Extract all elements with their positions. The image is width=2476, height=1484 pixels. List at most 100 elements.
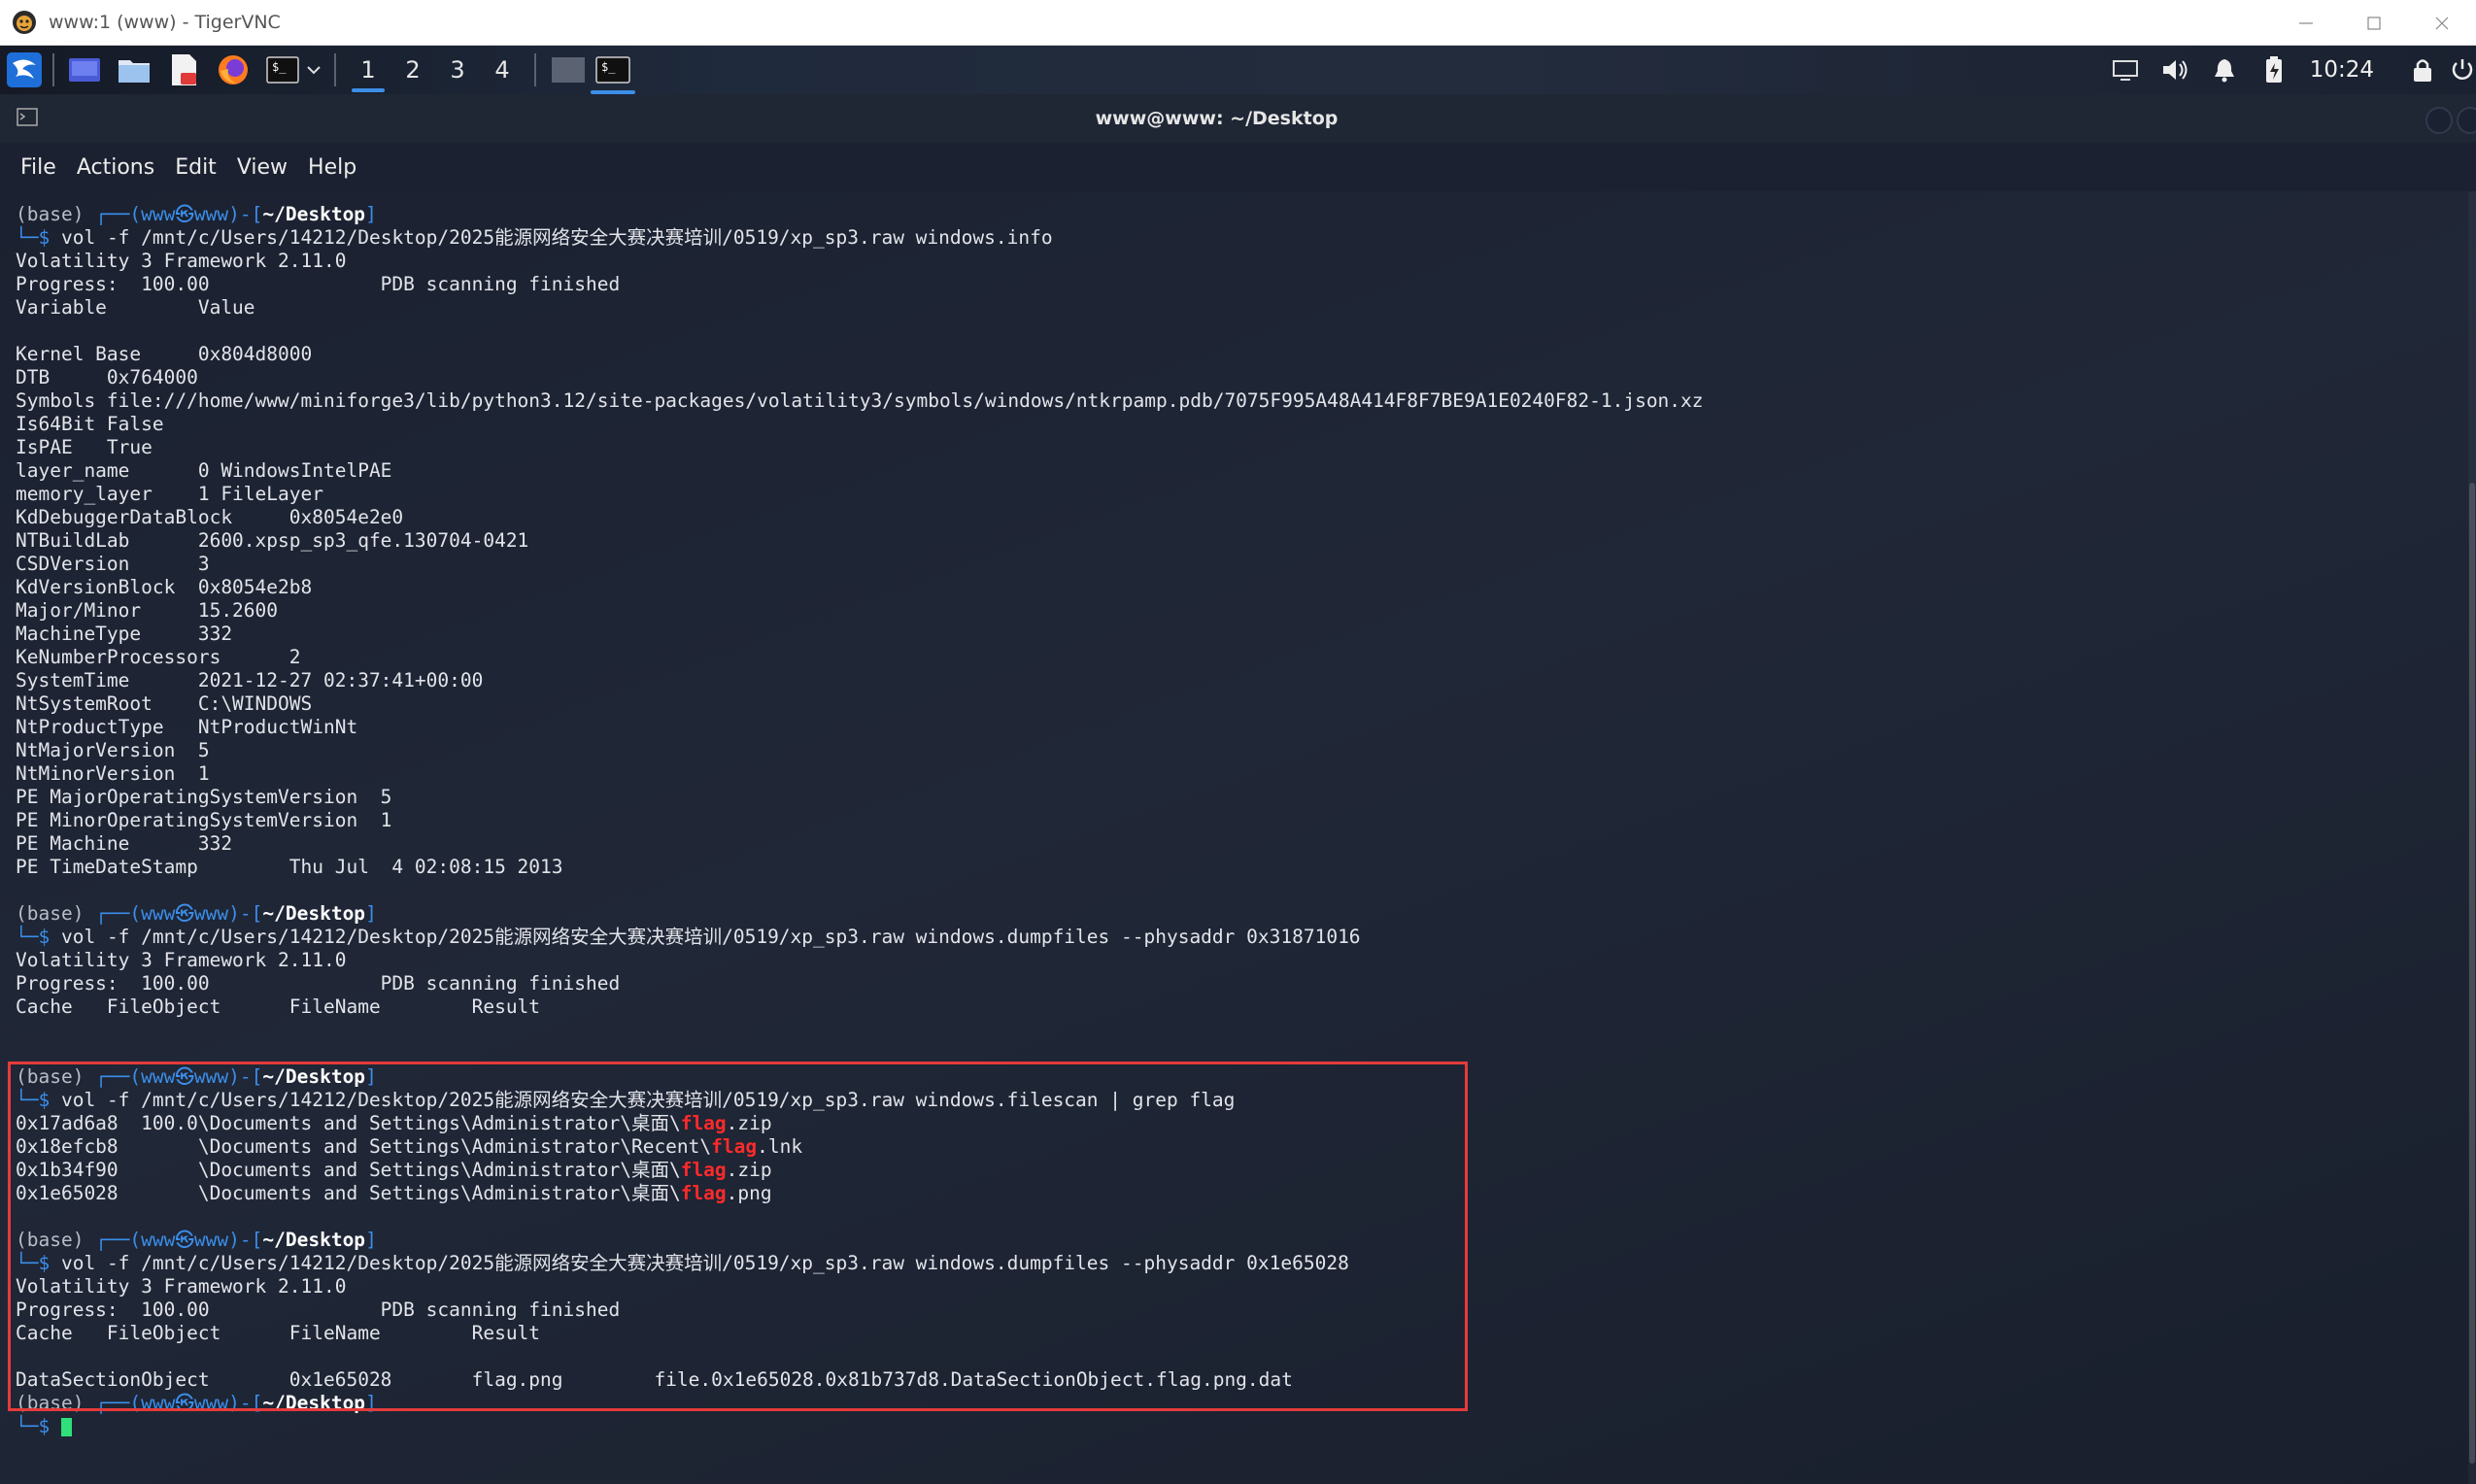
terminal-scrollbar[interactable] [2468, 191, 2476, 1484]
menu-file[interactable]: File [20, 155, 56, 180]
prompt-arrow: └─ [16, 926, 39, 948]
terminal-maximize-button[interactable] [2457, 107, 2476, 134]
terminal-title: www@www: ~/Desktop [1095, 108, 1339, 129]
output-line: NTBuildLab 2600.xpsp_sp3_qfe.130704-0421 [16, 529, 2476, 553]
workspace-label: 2 [405, 56, 421, 84]
active-command-line[interactable]: └─$ [16, 1415, 2476, 1438]
prompt-arrow: └─ [16, 1089, 39, 1111]
notifications-button[interactable] [2206, 51, 2243, 88]
output-line: CSDVersion 3 [16, 553, 2476, 576]
output-line: Progress: 100.00 PDB scanning finished [16, 1298, 2476, 1322]
scrollbar-thumb[interactable] [2469, 483, 2475, 1464]
output-text: Major/Minor 15.2600 [16, 599, 279, 622]
prompt-open: ┌──( [95, 1229, 142, 1251]
taskbar-window-terminal[interactable]: $_ [591, 51, 635, 94]
power-button[interactable] [2449, 51, 2476, 88]
output-text: Volatility 3 Framework 2.11.0 [16, 250, 347, 272]
command-text: vol -f /mnt/c/Users/14212/Desktop/2025能源… [60, 226, 1053, 249]
prompt-mid: )-[ [228, 1392, 263, 1414]
output-text: Cache FileObject FileName Result [16, 1322, 541, 1344]
output-text: KdDebuggerDataBlock 0x8054e2e0 [16, 506, 404, 528]
output-text: PE Machine 332 [16, 832, 233, 855]
output-line: IsPAE True [16, 436, 2476, 459]
output-line: NtMinorVersion 1 [16, 762, 2476, 786]
panel-clock[interactable]: 10:24 [2310, 57, 2374, 83]
prompt-host: www [193, 1065, 229, 1088]
filescan-match: flag [680, 1112, 727, 1134]
maximize-button[interactable] [2340, 0, 2408, 46]
terminal-titlebar: www@www: ~/Desktop [0, 94, 2476, 143]
minimize-button[interactable] [2272, 0, 2340, 46]
filescan-path: 0x18efcb8 \Documents and Settings\Admini… [16, 1135, 712, 1158]
prompt-host: www [193, 902, 229, 925]
vnc-window-title: www:1 (www) - TigerVNC [49, 12, 281, 33]
workspace-1[interactable]: 1 [346, 46, 390, 94]
firefox-button[interactable] [215, 51, 252, 88]
file-manager-button[interactable] [116, 51, 153, 88]
command-line: └─$ vol -f /mnt/c/Users/14212/Desktop/20… [16, 226, 2476, 250]
terminal-launcher-button[interactable]: $_ [264, 51, 301, 88]
prompt-gap [50, 226, 61, 249]
output-text: NtProductType NtProductWinNt [16, 716, 358, 738]
prompt-open: ┌──( [95, 203, 142, 225]
output-text: IsPAE True [16, 436, 153, 458]
prompt-line: (base) ┌──(www㉿www)-[~/Desktop] [16, 1229, 2476, 1252]
workspace-3[interactable]: 3 [435, 46, 480, 94]
prompt-close: ] [365, 1229, 377, 1251]
kali-menu-button[interactable] [6, 51, 43, 88]
lock-screen-button[interactable] [2404, 51, 2441, 88]
prompt-open: ┌──( [95, 902, 142, 925]
text-editor-button[interactable] [165, 51, 202, 88]
prompt-mid: )-[ [228, 902, 263, 925]
prompt-user: www [141, 1065, 176, 1088]
power-manager-button[interactable] [2256, 51, 2292, 88]
output-line: Cache FileObject FileName Result [16, 995, 2476, 1019]
terminal-icon: $_ [595, 56, 630, 84]
panel-tray: 10:24 [2094, 46, 2476, 94]
prompt-path: ~/Desktop [262, 1229, 366, 1251]
bell-icon [2214, 59, 2234, 83]
prompt-dollar: $ [38, 1089, 51, 1111]
terminal-output[interactable]: (base) ┌──(www㉿www)-[~/Desktop] └─$ vol -… [0, 191, 2476, 1484]
menu-actions[interactable]: Actions [77, 155, 154, 180]
prompt-mid: )-[ [228, 203, 263, 225]
output-text: Progress: 100.00 PDB scanning finished [16, 1298, 621, 1321]
chevron-down-icon [307, 66, 321, 75]
output-line: Volatility 3 Framework 2.11.0 [16, 250, 2476, 273]
prompt-gap [84, 1229, 95, 1251]
show-desktop-button[interactable] [66, 51, 103, 88]
output-line: memory_layer 1 FileLayer [16, 483, 2476, 506]
prompt-dollar: $ [38, 926, 51, 948]
menu-edit[interactable]: Edit [175, 155, 217, 180]
close-icon [2435, 17, 2449, 29]
menu-help[interactable]: Help [308, 155, 356, 180]
terminal-lines: (base) ┌──(www㉿www)-[~/Desktop] └─$ vol -… [16, 203, 2476, 1438]
workspace-4[interactable]: 4 [480, 46, 525, 94]
prompt-host: www [193, 203, 229, 225]
prompt-at: ㉿ [175, 1229, 194, 1251]
prompt-gap [50, 1252, 61, 1274]
close-window-button[interactable] [2408, 0, 2476, 46]
display-button[interactable] [2107, 51, 2144, 88]
workspace-2[interactable]: 2 [390, 46, 435, 94]
taskbar-window-blank[interactable] [550, 51, 587, 88]
prompt-mid: )-[ [228, 1229, 263, 1251]
prompt-env: (base) [16, 902, 85, 925]
menu-view[interactable]: View [237, 155, 288, 180]
filescan-result-row: 0x1e65028 \Documents and Settings\Admini… [16, 1182, 2476, 1205]
power-icon [2452, 59, 2473, 80]
prompt-user: www [141, 1229, 176, 1251]
terminal-minimize-button[interactable] [2425, 107, 2453, 134]
panel-separator [52, 53, 54, 86]
filescan-result-row: 0x18efcb8 \Documents and Settings\Admini… [16, 1135, 2476, 1159]
output-line: KdDebuggerDataBlock 0x8054e2e0 [16, 506, 2476, 529]
top-panel: $_ 1 2 3 4 $_ 10:24 [0, 46, 2476, 94]
volume-button[interactable] [2156, 51, 2193, 88]
output-text: CSDVersion 3 [16, 553, 210, 575]
terminal-dropdown-button[interactable] [303, 51, 324, 88]
